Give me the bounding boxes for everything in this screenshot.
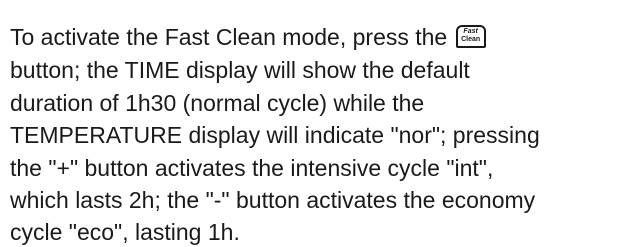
fast-clean-icon-label-line1: Fast xyxy=(463,28,478,35)
paragraph-line-2: button; the TIME display will show the d… xyxy=(10,57,470,83)
paragraph-line-4: TEMPERATURE display will indicate "nor";… xyxy=(10,122,540,148)
paragraph-line-1: To activate the Fast Clean mode, press t… xyxy=(10,22,486,52)
paragraph-line-3: duration of 1h30 (normal cycle) while th… xyxy=(10,90,425,116)
paragraph-line-1-text: To activate the Fast Clean mode, press t… xyxy=(10,24,448,50)
fast-clean-button-icon: Fast Clean xyxy=(455,25,486,48)
paragraph-line-5: the "+" button activates the intensive c… xyxy=(10,155,494,181)
fast-clean-icon-label-line2: Clean xyxy=(461,36,481,43)
paragraph-line-6: which lasts 2h; the "-" button activates… xyxy=(10,187,536,213)
paragraph-line-7: cycle "eco", lasting 1h. xyxy=(10,219,240,245)
